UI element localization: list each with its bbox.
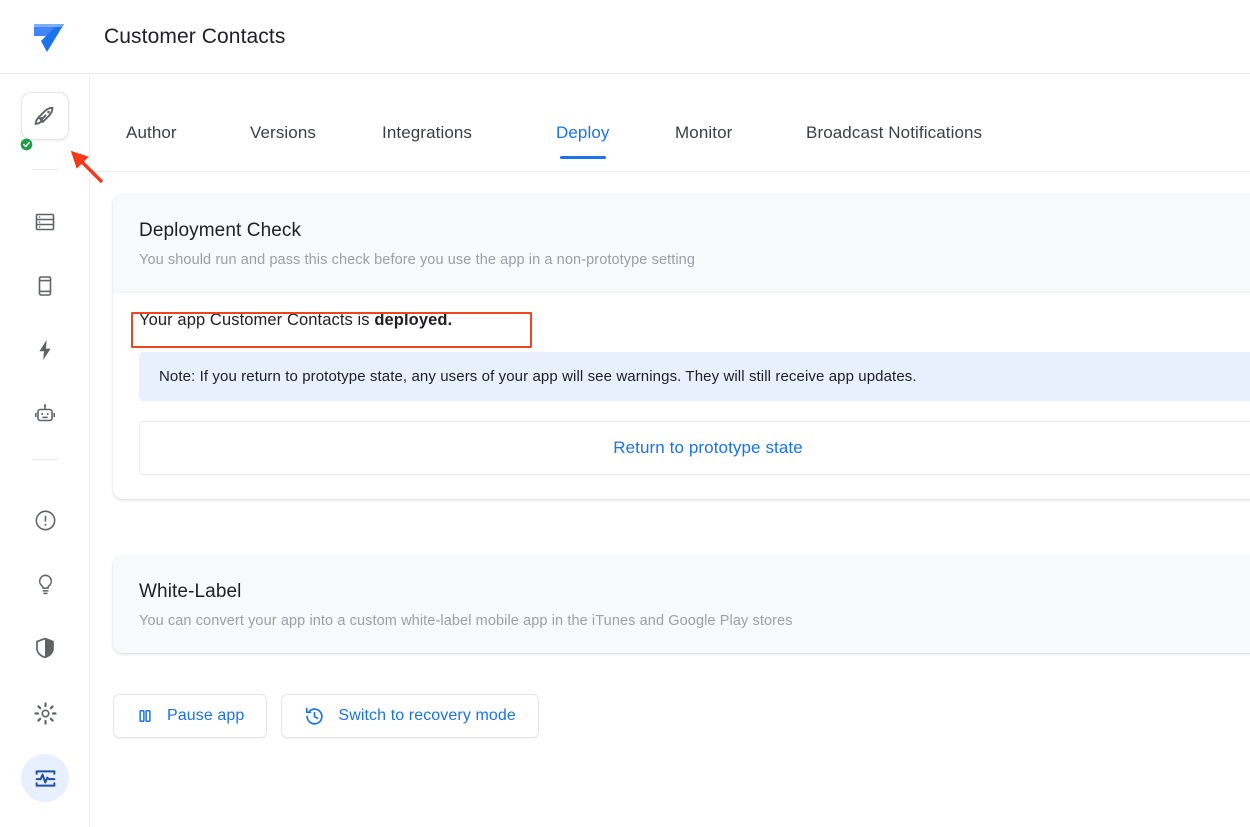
sidebar-item-security[interactable]: [21, 624, 69, 672]
white-label-card[interactable]: White-Label You can convert your app int…: [113, 555, 1250, 653]
deploy-panel: Deployment Check You should run and pass…: [90, 172, 1250, 827]
alert-circle-icon: [33, 508, 58, 533]
tab-monitor[interactable]: Monitor: [675, 123, 732, 171]
deployment-check-header: Deployment Check You should run and pass…: [113, 194, 1250, 293]
rail-divider: [32, 169, 58, 170]
white-label-title: White-Label: [139, 581, 242, 602]
tab-author[interactable]: Author: [126, 123, 177, 171]
switch-recovery-mode-label: Switch to recovery mode: [338, 707, 516, 724]
sidebar-item-automation[interactable]: [21, 326, 69, 374]
gear-icon: [33, 701, 58, 726]
return-to-prototype-button[interactable]: Return to prototype state: [139, 421, 1250, 475]
sidebar-item-intelligence[interactable]: [21, 560, 69, 608]
tab-integrations[interactable]: Integrations: [382, 123, 472, 171]
monitor-chart-icon: [33, 766, 58, 791]
tab-deploy[interactable]: Deploy: [556, 123, 610, 171]
rocket-check-icon: [20, 102, 59, 151]
return-to-prototype-label: Return to prototype state: [613, 438, 803, 457]
pause-app-label: Pause app: [167, 707, 245, 724]
sidebar-item-errors[interactable]: [21, 496, 69, 544]
white-label-subtitle: You can convert your app into a custom w…: [139, 613, 793, 629]
sidebar-item-deploy[interactable]: [20, 92, 69, 151]
deployment-status-text: Your app Customer Contacts is deployed.: [139, 311, 452, 330]
left-nav-rail: [0, 74, 90, 827]
deployment-status-emphasis: deployed.: [374, 311, 453, 329]
app-header: Customer Contacts: [0, 0, 1250, 74]
switch-recovery-mode-button[interactable]: Switch to recovery mode: [281, 694, 539, 738]
deployment-check-subtitle: You should run and pass this check befor…: [139, 252, 696, 268]
mobile-phone-icon: [33, 274, 57, 298]
sidebar-item-chat[interactable]: [21, 390, 69, 438]
sidebar-item-app[interactable]: [21, 262, 69, 310]
pause-icon: [136, 707, 154, 725]
deploy-action-buttons: Pause app Switch to recovery mode: [113, 694, 539, 738]
sidebar-item-monitor[interactable]: [21, 754, 69, 802]
deployment-check-title: Deployment Check: [139, 220, 302, 241]
tab-versions[interactable]: Versions: [250, 123, 316, 171]
sidebar-item-settings[interactable]: [21, 689, 69, 737]
rail-divider: [32, 459, 58, 460]
lightning-bolt-icon: [33, 338, 57, 362]
data-table-icon: [33, 210, 57, 234]
pause-app-button[interactable]: Pause app: [113, 694, 268, 738]
white-label-header: White-Label You can convert your app int…: [113, 555, 1250, 653]
deployment-check-card: Deployment Check You should run and pass…: [113, 194, 1250, 499]
appsheet-logo-icon[interactable]: [26, 14, 72, 60]
lightbulb-icon: [33, 572, 58, 597]
tab-broadcast[interactable]: Broadcast Notifications: [806, 123, 982, 171]
history-restore-icon: [304, 706, 325, 727]
deployment-status-prefix: Your app Customer Contacts is: [139, 311, 375, 329]
shield-icon: [33, 636, 57, 660]
prototype-warning-note: Note: If you return to prototype state, …: [139, 352, 1250, 401]
sidebar-item-data[interactable]: [21, 198, 69, 246]
page-title: Customer Contacts: [104, 24, 286, 48]
deployment-check-body: Your app Customer Contacts is deployed. …: [113, 293, 1250, 499]
primary-tab-bar: Author Versions Integrations Deploy Moni…: [90, 74, 1250, 172]
robot-icon: [33, 402, 57, 426]
